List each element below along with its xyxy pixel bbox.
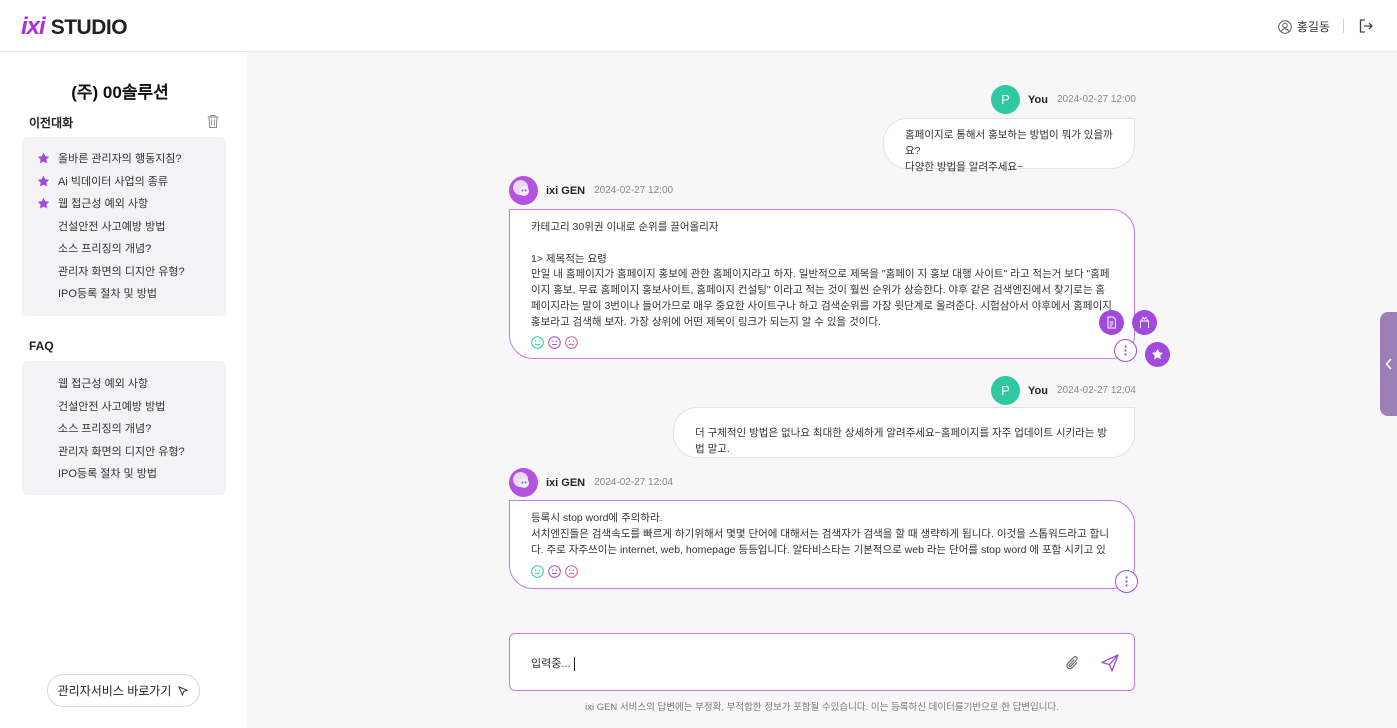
frown-icon[interactable] xyxy=(565,336,578,349)
document-button[interactable] xyxy=(1099,310,1124,335)
chat-input-field[interactable]: 입력중... xyxy=(531,655,575,672)
smile-icon[interactable] xyxy=(531,565,544,578)
reaction-bar xyxy=(531,565,578,578)
message-meta: P You 2024-02-27 12:04 xyxy=(991,376,1136,405)
faq-title: FAQ xyxy=(29,339,54,353)
faq-item-label: 건설안전 사고예방 방법 xyxy=(58,400,166,413)
logo-ixi: ixi xyxy=(21,13,46,40)
user-message: 홈페이지로 통해서 홍보하는 방법이 뭐가 있을까요? 다양한 방법을 알려주세… xyxy=(883,118,1135,173)
trash-icon[interactable] xyxy=(206,114,220,129)
message-author: You xyxy=(1028,384,1048,397)
history-item[interactable]: Ai 빅데이터 사업의 종류 xyxy=(22,171,226,191)
more-button[interactable] xyxy=(1115,570,1138,593)
message-time: 2024-02-27 12:04 xyxy=(594,477,674,488)
message-author: You xyxy=(1028,93,1048,106)
more-vertical-icon xyxy=(1124,345,1127,356)
more-vertical-icon xyxy=(1125,576,1128,587)
ai-message-text: 카테고리 30위권 이내로 순위를 끌어올리자 1> 제목적는 요령 만일 내 … xyxy=(531,221,1112,328)
history-item-label: Ai 빅데이터 사업의 종류 xyxy=(58,175,169,188)
bot-icon xyxy=(518,185,529,196)
message-author: ixi GEN xyxy=(546,184,586,197)
frown-icon[interactable] xyxy=(565,565,578,578)
admin-service-button[interactable]: 관리자서비스 바로가기 xyxy=(47,674,200,707)
smile-icon[interactable] xyxy=(531,336,544,349)
app-logo[interactable]: ixi STUDIO xyxy=(21,13,128,41)
ai-avatar xyxy=(509,176,538,205)
document-icon xyxy=(1107,316,1116,329)
history-item-label: 건설안전 사고예방 방법 xyxy=(58,220,166,233)
star-icon[interactable] xyxy=(37,175,50,188)
message-author: ixi GEN xyxy=(546,476,586,489)
ai-message: 등록시 stop word에 주의하라. 서치엔진들은 검색속도를 빠르게 하기… xyxy=(509,500,1135,589)
neutral-icon[interactable] xyxy=(548,336,561,349)
message-meta: ixi GEN 2024-02-27 12:04 xyxy=(509,468,673,497)
user-message: 더 구체적인 방법은 없나요 최대한 상세하게 알려주세요~홈페이지를 자주 업… xyxy=(673,407,1135,458)
company-name: (주) 00솔루션 xyxy=(71,83,169,102)
history-item[interactable]: IPO등록 절차 및 방법 xyxy=(22,283,226,303)
history-item-label: 웹 접근성 예외 사항 xyxy=(58,198,149,210)
faq-list: 웹 접근성 예외 사항 건설안전 사고예방 방법 소스 프리징의 개념? 관리자… xyxy=(22,361,226,495)
neutral-icon[interactable] xyxy=(548,565,561,578)
logout-icon[interactable] xyxy=(1358,18,1374,34)
ai-message: 카테고리 30위권 이내로 순위를 끌어올리자 1> 제목적는 요령 만일 내 … xyxy=(509,209,1135,359)
history-item[interactable]: 올바른 관리자의 행동지침? xyxy=(22,148,226,168)
history-item-label: 관리자 화면의 디지안 유형? xyxy=(58,265,185,278)
faq-item[interactable]: 소스 프리징의 개념? xyxy=(22,418,226,438)
faq-item[interactable]: 건설안전 사고예방 방법 xyxy=(22,396,226,416)
history-list: 올바른 관리자의 행동지침? Ai 빅데이터 사업의 종류 웹 접근성 예외 사… xyxy=(22,137,226,316)
chat-input-value: 입력중... xyxy=(531,658,571,670)
message-time: 2024-02-27 12:00 xyxy=(594,185,674,196)
user-avatar: P xyxy=(991,376,1020,405)
bookmark-icon xyxy=(1140,316,1149,328)
panel-toggle-tab[interactable] xyxy=(1380,312,1397,416)
user-avatar: P xyxy=(991,85,1020,114)
faq-item[interactable]: IPO등록 절차 및 방법 xyxy=(22,463,226,483)
user-icon xyxy=(1278,19,1292,34)
history-item[interactable]: 건설안전 사고예방 방법 xyxy=(22,216,226,236)
message-time: 2024-02-27 12:00 xyxy=(1056,94,1136,105)
history-item[interactable]: 웹 접근성 예외 사항 xyxy=(22,193,226,213)
admin-service-label: 관리자서비스 바로가기 xyxy=(57,684,172,698)
history-item[interactable]: 소스 프리징의 개념? xyxy=(22,238,226,258)
header-divider xyxy=(1343,19,1344,33)
faq-item-label: 관리자 화면의 디지안 유형? xyxy=(58,445,185,458)
message-time: 2024-02-27 12:04 xyxy=(1056,385,1136,396)
text-caret xyxy=(573,657,575,672)
attach-icon[interactable] xyxy=(1065,654,1081,672)
user-name: 홍길동 xyxy=(1296,20,1330,34)
chat-input[interactable]: 입력중... xyxy=(509,633,1135,691)
history-item-label: 소스 프리징의 개념? xyxy=(58,243,152,255)
star-icon xyxy=(1152,348,1163,360)
history-title: 이전대화 xyxy=(29,116,74,130)
faq-item[interactable]: 관리자 화면의 디지안 유형? xyxy=(22,441,226,461)
logo-studio: STUDIO xyxy=(50,16,128,39)
history-item-label: 올바른 관리자의 행동지침? xyxy=(58,153,182,165)
chevron-left-icon xyxy=(1384,358,1392,370)
favorite-button[interactable] xyxy=(1145,342,1170,367)
star-icon[interactable] xyxy=(37,152,50,165)
app-header: ixi STUDIO 홍길동 xyxy=(0,0,1397,52)
bookmark-button[interactable] xyxy=(1132,310,1157,335)
history-item-label: IPO등록 절차 및 방법 xyxy=(58,288,157,300)
more-button[interactable] xyxy=(1114,339,1137,362)
faq-item[interactable]: 웹 접근성 예외 사항 xyxy=(22,373,226,393)
message-meta: ixi GEN 2024-02-27 12:00 xyxy=(509,176,673,205)
star-icon[interactable] xyxy=(37,197,50,210)
faq-item-label: 웹 접근성 예외 사항 xyxy=(58,378,149,390)
disclaimer-text: ixi GEN 서비스의 답변에는 부정확, 부적합한 정보가 포함될 수있습니… xyxy=(585,702,1059,713)
ai-avatar xyxy=(509,468,538,497)
cursor-icon xyxy=(178,685,189,696)
bot-icon xyxy=(518,477,529,488)
faq-item-label: IPO등록 절차 및 방법 xyxy=(58,468,157,480)
user-menu[interactable]: 홍길동 xyxy=(1278,18,1330,35)
ai-message-text: 등록시 stop word에 주의하라. 서치엔진들은 검색속도를 빠르게 하기… xyxy=(531,512,1109,556)
message-meta: P You 2024-02-27 12:00 xyxy=(991,85,1136,114)
history-item[interactable]: 관리자 화면의 디지안 유형? xyxy=(22,261,226,281)
send-icon[interactable] xyxy=(1100,653,1120,673)
sidebar: (주) 00솔루션 이전대화 올바른 관리자의 행동지침? Ai 빅데이터 사업… xyxy=(0,52,247,728)
reaction-bar xyxy=(531,336,578,349)
faq-item-label: 소스 프리징의 개념? xyxy=(58,423,152,435)
